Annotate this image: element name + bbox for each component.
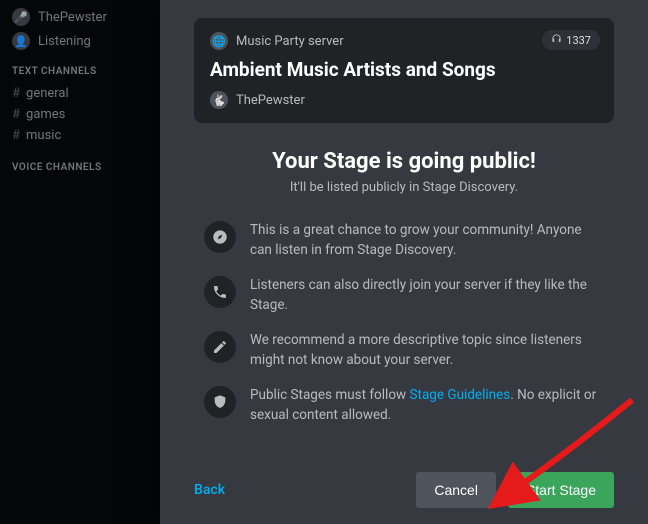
info-row-guidelines: Public Stages must follow Stage Guidelin… [194, 378, 614, 433]
channel-games[interactable]: #games [12, 104, 148, 125]
info-text: This is a great chance to grow your comm… [250, 221, 604, 260]
info-text: We recommend a more descriptive topic si… [250, 331, 604, 370]
host-name: ThePewster [236, 93, 305, 108]
user-avatar-icon: 🎤 [12, 8, 30, 26]
info-text-guidelines: Public Stages must follow Stage Guidelin… [250, 386, 604, 425]
subhead: It'll be listed publicly in Stage Discov… [290, 180, 518, 195]
info-row-topic: We recommend a more descriptive topic si… [194, 323, 614, 378]
listener-count: 1337 [566, 34, 591, 47]
sidebar-status-row: 👤 Listening [12, 32, 148, 50]
stage-host: 🐇 ThePewster [210, 91, 598, 109]
listener-count-badge: 1337 [542, 30, 600, 50]
info-text: Listeners can also directly join your se… [250, 276, 604, 315]
info-row-join: Listeners can also directly join your se… [194, 268, 614, 323]
server-icon: 🌐 [210, 32, 228, 50]
channel-general[interactable]: #general [12, 83, 148, 104]
headphones-icon [551, 33, 562, 47]
stage-title: Ambient Music Artists and Songs [210, 58, 598, 81]
stage-guidelines-link[interactable]: Stage Guidelines [410, 387, 511, 403]
server-name: Music Party server [236, 34, 344, 49]
headline: Your Stage is going public! [272, 149, 536, 174]
sidebar-status: Listening [38, 34, 91, 49]
modal-content: Your Stage is going public! It'll be lis… [194, 123, 614, 460]
compass-icon [204, 221, 236, 253]
stage-preview-card: 🌐 Music Party server 1337 Ambient Music … [194, 18, 614, 123]
text-channels-heading[interactable]: TEXT CHANNELS [12, 66, 148, 77]
sidebar: 🎤 ThePewster 👤 Listening TEXT CHANNELS #… [0, 0, 160, 187]
sidebar-user: 🎤 ThePewster [12, 8, 148, 26]
phone-icon [204, 276, 236, 308]
hash-icon: # [12, 107, 20, 122]
status-icon: 👤 [12, 32, 30, 50]
start-stage-button[interactable]: Start Stage [508, 472, 614, 508]
modal: 🌐 Music Party server 1337 Ambient Music … [160, 0, 648, 524]
guidelines-pre: Public Stages must follow [250, 387, 410, 403]
sidebar-username: ThePewster [38, 10, 107, 25]
modal-footer: Back Cancel Start Stage [194, 460, 614, 508]
hash-icon: # [12, 86, 20, 101]
info-row-community: This is a great chance to grow your comm… [194, 213, 614, 268]
host-avatar-icon: 🐇 [210, 91, 228, 109]
pencil-icon [204, 331, 236, 363]
cancel-button[interactable]: Cancel [416, 472, 496, 508]
hash-icon: # [12, 128, 20, 143]
voice-channels-heading[interactable]: VOICE CHANNELS [12, 162, 148, 173]
channel-music[interactable]: #music [12, 125, 148, 146]
shield-icon [204, 386, 236, 418]
back-button[interactable]: Back [194, 482, 225, 498]
